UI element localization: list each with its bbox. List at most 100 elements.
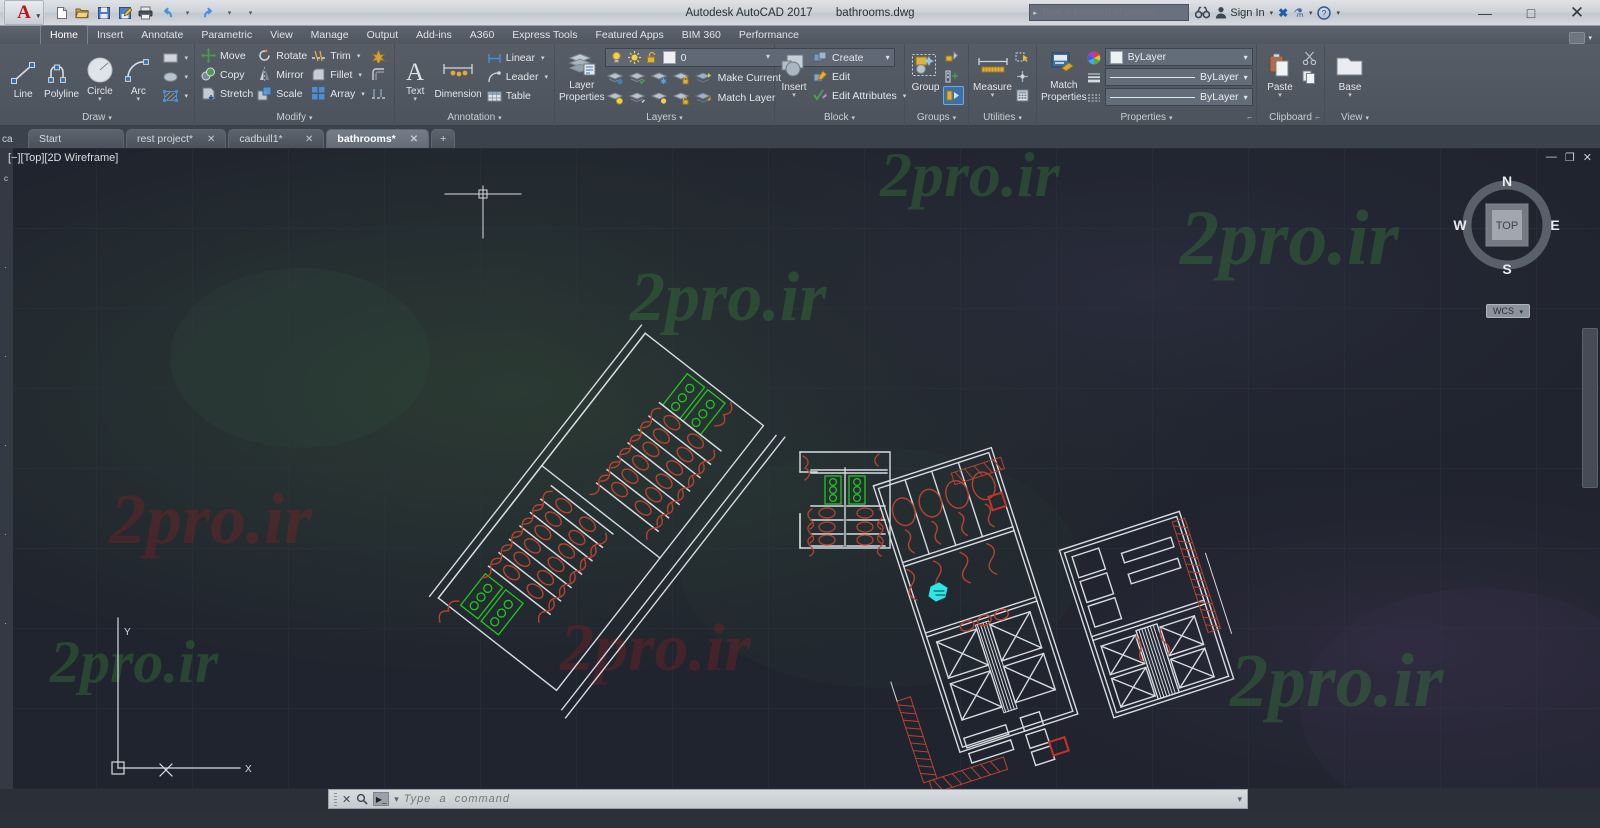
tab-annotate[interactable]: Annotate (132, 26, 192, 44)
tab-home[interactable]: Home (40, 25, 89, 44)
redo-icon[interactable] (199, 3, 218, 22)
close-icon[interactable]: ✕ (342, 793, 351, 806)
undo-dropdown-icon[interactable]: ▾ (178, 3, 197, 22)
make-current-icon[interactable] (694, 70, 712, 85)
command-input[interactable] (403, 793, 1233, 805)
wcs-selector[interactable]: WCS ▾ (1485, 304, 1530, 318)
close-icon[interactable]: ✕ (410, 134, 418, 145)
draw-arc-button[interactable]: Arc ▾ (119, 52, 157, 103)
draw-line-button[interactable]: Line (4, 55, 42, 100)
cut-button[interactable] (1300, 48, 1319, 67)
draw-hatch-button[interactable]: ▾ (160, 87, 191, 106)
chevron-down-icon[interactable]: ▾ (185, 73, 189, 81)
exchange-apps-icon[interactable]: ⚗ (1293, 6, 1304, 20)
panel-utilities-title[interactable]: Utilities ▾ (969, 110, 1036, 126)
open-icon[interactable] (73, 3, 92, 22)
viewport-close-button[interactable]: ✕ (1583, 151, 1592, 164)
sign-in-button[interactable]: Sign In (1215, 6, 1265, 19)
modify-array-button[interactable]: Array ▾ (309, 84, 367, 103)
modify-rotate-button[interactable]: Rotate (255, 46, 309, 65)
chevron-down-icon[interactable]: ▾ (1244, 53, 1248, 62)
layer-properties-button[interactable]: Layer Properties (559, 47, 605, 103)
block-create-button[interactable]: Create (811, 48, 908, 67)
layer-turn-all-on-icon[interactable] (628, 90, 645, 105)
block-edit-button[interactable]: Edit (811, 67, 908, 86)
file-tab-bathrooms[interactable]: bathrooms* ✕ (326, 129, 430, 148)
tab-view[interactable]: View (261, 26, 302, 44)
chevron-down-icon[interactable]: ▾ (358, 71, 362, 79)
draw-polyline-button[interactable]: Polyline (42, 55, 80, 100)
group-edit-button[interactable] (943, 67, 964, 86)
close-icon[interactable]: ✕ (207, 134, 215, 145)
chevron-down-icon[interactable]: ▾ (1519, 309, 1523, 316)
close-icon[interactable]: ✕ (305, 134, 313, 145)
view-cube[interactable]: TOP N S E W (1452, 170, 1562, 280)
help-dropdown-icon[interactable]: ▾ (1336, 9, 1340, 17)
chevron-down-icon[interactable]: ▾ (137, 96, 141, 103)
panel-annotation-title[interactable]: Annotation ▾ (395, 110, 554, 126)
linetype-combo[interactable]: ByLayer ▾ (1104, 88, 1253, 106)
ungroup-button[interactable] (943, 48, 964, 67)
new-file-tab-button[interactable]: + (431, 129, 456, 148)
binoculars-icon[interactable] (1195, 6, 1211, 19)
file-tab-cadbull1[interactable]: cadbull1* ✕ (228, 129, 325, 148)
maximize-button[interactable]: □ (1508, 0, 1554, 26)
tab-manage[interactable]: Manage (302, 26, 358, 44)
panel-modify-title[interactable]: Modify ▾ (195, 110, 394, 126)
modify-move-button[interactable]: Move (199, 46, 255, 65)
tab-express-tools[interactable]: Express Tools (503, 26, 586, 44)
measure-button[interactable]: Measure ▾ (973, 48, 1012, 99)
panel-properties-title[interactable]: Properties ▾ ⌐ (1037, 110, 1256, 126)
chevron-down-icon[interactable]: ▾ (1244, 73, 1248, 82)
redo-dropdown-icon[interactable]: ▾ (220, 3, 239, 22)
search-input[interactable] (1040, 7, 1179, 18)
chevron-down-icon[interactable]: ▾ (792, 92, 796, 99)
workspace-switch-icon[interactable] (1569, 32, 1586, 44)
tab-a360[interactable]: A360 (461, 26, 504, 44)
point-style-button[interactable] (1013, 67, 1032, 86)
command-line-grip[interactable] (334, 792, 337, 806)
help-icon[interactable]: ? (1317, 5, 1332, 20)
new-icon[interactable] (52, 3, 71, 22)
chevron-down-icon[interactable]: ▾ (991, 92, 995, 99)
application-menu-button[interactable]: A ▾ (4, 0, 44, 25)
command-line[interactable]: ✕ ▶_ ▾ ▾ (328, 789, 1248, 809)
make-current-label[interactable]: Make Current (718, 72, 782, 84)
chevron-down-icon[interactable]: ▾ (185, 54, 189, 62)
group-button[interactable]: Group (909, 48, 942, 93)
qat-customize-icon[interactable]: ▾ (241, 3, 260, 22)
tab-output[interactable]: Output (358, 26, 408, 44)
lightbulb-icon[interactable] (610, 51, 623, 64)
draw-rectangle-button[interactable]: ▾ (160, 49, 191, 68)
object-color-combo[interactable]: ByLayer ▾ (1104, 48, 1253, 66)
layer-freeze-icon[interactable] (650, 70, 667, 85)
modify-extend-button[interactable] (369, 84, 388, 103)
copy-clip-button[interactable] (1300, 67, 1319, 86)
sign-in-dropdown-icon[interactable]: ▾ (1270, 9, 1274, 17)
viewport-label[interactable]: [−][Top][2D Wireframe] (8, 152, 118, 164)
layer-isolate-icon[interactable] (606, 70, 623, 85)
chevron-down-icon[interactable]: ▾ (544, 73, 548, 81)
chevron-down-icon[interactable]: ▾ (98, 96, 102, 103)
properties-dialog-launcher-icon[interactable]: ⌐ (1247, 110, 1252, 125)
panel-layers-title[interactable]: Layers ▾ (555, 110, 774, 126)
modify-trim-button[interactable]: Trim ▾ (309, 46, 367, 65)
vertical-scrollbar[interactable] (1582, 328, 1598, 488)
modify-stretch-button[interactable]: Stretch (199, 84, 255, 103)
tab-featured-apps[interactable]: Featured Apps (586, 26, 672, 44)
command-history-dropdown-icon[interactable]: ▾ (394, 794, 399, 805)
block-insert-button[interactable]: Insert ▾ (779, 48, 809, 99)
undo-icon[interactable] (157, 3, 176, 22)
command-expand-icon[interactable]: ▾ (1237, 794, 1242, 805)
command-prompt-icon[interactable]: ▶_ (373, 792, 390, 806)
tab-addins[interactable]: Add-ins (407, 26, 461, 44)
group-selection-toggle-button[interactable] (943, 86, 964, 105)
tab-performance[interactable]: Performance (730, 26, 808, 44)
chevron-down-icon[interactable]: ▾ (357, 52, 361, 60)
chevron-down-icon[interactable]: ▾ (1348, 92, 1352, 99)
close-button[interactable]: ✕ (1554, 0, 1600, 26)
modify-scale-button[interactable]: Scale (255, 84, 309, 103)
viewport-restore-button[interactable]: ❐ (1565, 151, 1575, 164)
modify-offset-button[interactable] (369, 65, 388, 84)
file-tab-start[interactable]: Start (28, 129, 124, 148)
